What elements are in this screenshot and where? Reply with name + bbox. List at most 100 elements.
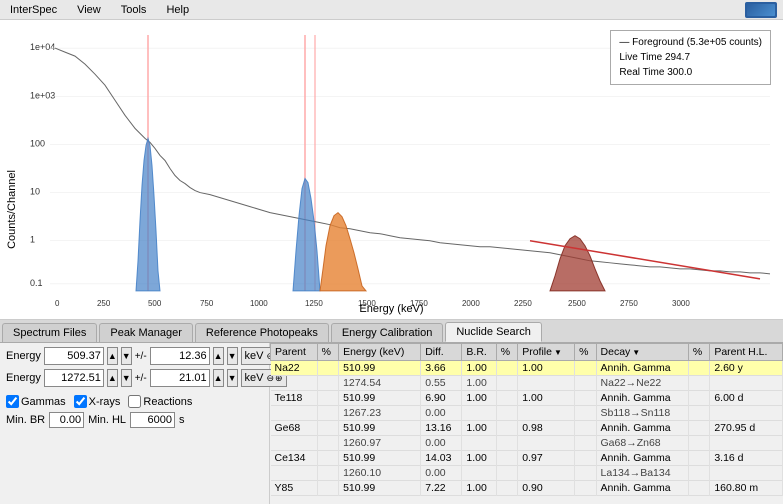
col-pct4[interactable]: % [688, 344, 709, 361]
energy2-pm-input[interactable] [150, 369, 210, 387]
col-br[interactable]: B.R. [462, 344, 496, 361]
table-row[interactable]: Ge68510.9913.161.000.98Annih. Gamma270.9… [271, 421, 783, 436]
col-pct2[interactable]: % [496, 344, 517, 361]
energy1-pm-stepper-up[interactable]: ▲ [213, 347, 224, 365]
table-cell: 3.16 d [710, 451, 783, 466]
table-cell [496, 361, 517, 376]
table-cell [496, 376, 517, 391]
table-row[interactable]: 1274.540.551.00Na22→Ne22 [271, 376, 783, 391]
table-cell [317, 451, 338, 466]
xrays-checkbox-label[interactable]: X-rays [74, 395, 121, 408]
table-header-row: Parent % Energy (keV) Diff. B.R. % Profi… [271, 344, 783, 361]
y-axis-label: Counts/Channel [6, 170, 18, 249]
table-row[interactable]: Ce134510.9914.031.000.97Annih. Gamma3.16… [271, 451, 783, 466]
minbr-input[interactable] [49, 412, 84, 428]
gammas-label: Gammas [21, 396, 66, 408]
col-diff[interactable]: Diff. [421, 344, 462, 361]
col-pct1[interactable]: % [317, 344, 338, 361]
table-cell: 2.60 y [710, 361, 783, 376]
tab-energy-calibration[interactable]: Energy Calibration [331, 323, 444, 342]
table-cell: Ga68→Zn68 [596, 436, 688, 451]
xrays-checkbox[interactable] [74, 395, 87, 408]
tab-nuclide-search[interactable]: Nuclide Search [445, 322, 542, 342]
energy1-stepper-down[interactable]: ▼ [121, 347, 132, 365]
col-energy[interactable]: Energy (keV) [339, 344, 421, 361]
table-cell: 1.00 [462, 481, 496, 496]
table-cell [688, 436, 709, 451]
table-cell: 510.99 [339, 421, 421, 436]
table-cell: 1.00 [518, 391, 575, 406]
energy-input-2[interactable] [44, 369, 104, 387]
energy-input-1[interactable] [44, 347, 104, 365]
menu-view[interactable]: View [73, 3, 105, 17]
table-cell [317, 466, 338, 481]
table-cell: 13.16 [421, 421, 462, 436]
svg-text:10: 10 [30, 187, 40, 197]
table-cell: Ce134 [271, 451, 318, 466]
table-cell: 1260.97 [339, 436, 421, 451]
table-row[interactable]: Y85510.997.221.000.90Annih. Gamma160.80 … [271, 481, 783, 496]
table-cell [317, 376, 338, 391]
reactions-checkbox[interactable] [128, 395, 141, 408]
energy1-pm-stepper-down[interactable]: ▼ [227, 347, 238, 365]
table-row[interactable]: 1260.970.00Ga68→Zn68 [271, 436, 783, 451]
energy1-pm-input[interactable] [150, 347, 210, 365]
table-cell: Annih. Gamma [596, 421, 688, 436]
table-cell [496, 436, 517, 451]
table-cell: 1.00 [462, 376, 496, 391]
table-cell: 1.00 [462, 421, 496, 436]
x-axis-label: Energy (keV) [359, 303, 423, 315]
table-row[interactable]: 1260.100.00La134→Ba134 [271, 466, 783, 481]
table-cell: Na22 [271, 361, 318, 376]
energy2-stepper-down[interactable]: ▼ [121, 369, 132, 387]
col-profile[interactable]: Profile▼ [518, 344, 575, 361]
energy2-pm-stepper-up[interactable]: ▲ [213, 369, 224, 387]
table-cell: 160.80 m [710, 481, 783, 496]
table-cell [462, 436, 496, 451]
gammas-checkbox[interactable] [6, 395, 19, 408]
svg-text:1000: 1000 [250, 299, 268, 308]
col-decay[interactable]: Decay▼ [596, 344, 688, 361]
col-parent[interactable]: Parent [271, 344, 318, 361]
table-cell [496, 406, 517, 421]
menu-help[interactable]: Help [162, 3, 193, 17]
minhl-input[interactable] [130, 412, 175, 428]
table-cell: 510.99 [339, 451, 421, 466]
table-cell [317, 361, 338, 376]
energy1-stepper-up[interactable]: ▲ [107, 347, 118, 365]
gammas-checkbox-label[interactable]: Gammas [6, 395, 66, 408]
table-cell: 270.95 d [710, 421, 783, 436]
table-cell [518, 436, 575, 451]
menu-tools[interactable]: Tools [117, 3, 151, 17]
menu-interspec[interactable]: InterSpec [6, 3, 61, 17]
table-cell: 1260.10 [339, 466, 421, 481]
table-cell [575, 376, 596, 391]
col-hl[interactable]: Parent H.L. [710, 344, 783, 361]
tab-peak-manager[interactable]: Peak Manager [99, 323, 193, 342]
table-cell [462, 466, 496, 481]
energy2-pm-stepper-down[interactable]: ▼ [227, 369, 238, 387]
energy-row-2: Energy ▲ ▼ +/- ▲ ▼ keV ⊖ ⊕ [6, 369, 263, 387]
table-row[interactable]: Na22510.993.661.001.00Annih. Gamma2.60 y [271, 361, 783, 376]
table-cell [317, 406, 338, 421]
energy1-plusminus: +/- [135, 351, 147, 362]
table-row[interactable]: Te118510.996.901.001.00Annih. Gamma6.00 … [271, 391, 783, 406]
reactions-checkbox-label[interactable]: Reactions [128, 395, 192, 408]
table-cell: 0.98 [518, 421, 575, 436]
energy2-stepper-up[interactable]: ▲ [107, 369, 118, 387]
col-pct3[interactable]: % [575, 344, 596, 361]
bottom-panel: Spectrum Files Peak Manager Reference Ph… [0, 320, 783, 504]
table-cell: Annih. Gamma [596, 481, 688, 496]
table-cell: 510.99 [339, 481, 421, 496]
tab-reference-photopeaks[interactable]: Reference Photopeaks [195, 323, 329, 342]
tab-spectrum-files[interactable]: Spectrum Files [2, 323, 97, 342]
energy-label-1: Energy [6, 350, 41, 362]
logo [745, 2, 777, 18]
energy-label-2: Energy [6, 372, 41, 384]
table-cell: 1267.23 [339, 406, 421, 421]
table-cell [688, 481, 709, 496]
table-cell [688, 451, 709, 466]
table-cell [462, 406, 496, 421]
tabs-row: Spectrum Files Peak Manager Reference Ph… [0, 320, 783, 343]
table-row[interactable]: 1267.230.00Sb118→Sn118 [271, 406, 783, 421]
